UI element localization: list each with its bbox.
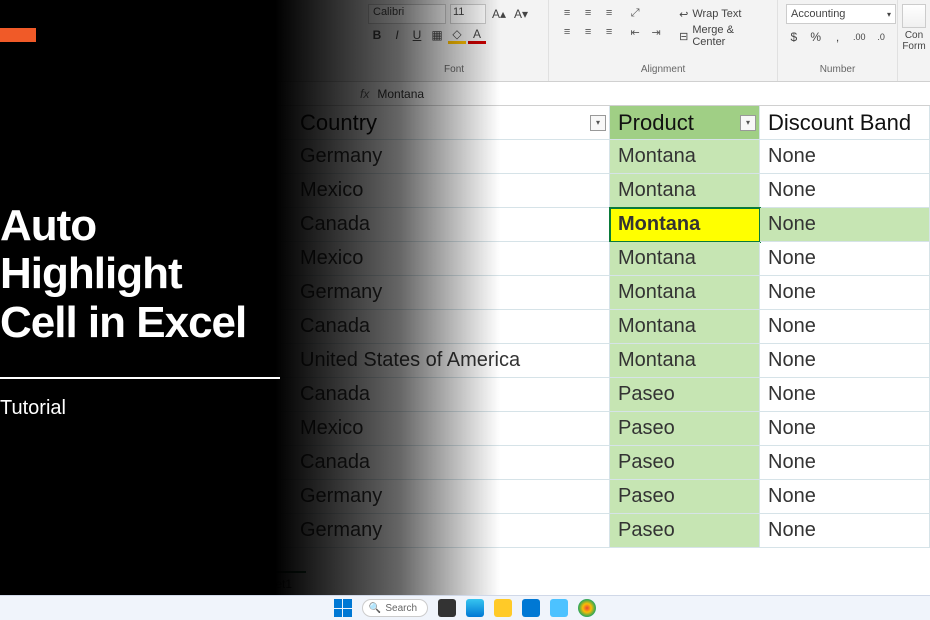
- cell-product[interactable]: Paseo: [610, 412, 760, 446]
- formula-bar-value[interactable]: Montana: [377, 87, 424, 101]
- italic-button[interactable]: I: [388, 26, 406, 44]
- align-top-icon[interactable]: ≡: [557, 4, 577, 22]
- table-row: CanadaMontanaNone: [280, 208, 930, 242]
- table-row: GermanyMontanaNone: [280, 140, 930, 174]
- underline-button[interactable]: U: [408, 26, 426, 44]
- table-row: MexicoMontanaNone: [280, 242, 930, 276]
- cell-product[interactable]: Montana: [610, 242, 760, 276]
- increase-indent-icon[interactable]: ⇥: [646, 23, 666, 41]
- table-row: GermanyPaseoNone: [280, 514, 930, 548]
- ribbon-number-group: Accounting ▾ $ % , .00 .0 Number: [778, 0, 898, 81]
- table-row: GermanyPaseoNone: [280, 480, 930, 514]
- filter-button-country[interactable]: ▾: [590, 115, 606, 131]
- currency-button[interactable]: $: [786, 28, 802, 46]
- table-row: CanadaMontanaNone: [280, 310, 930, 344]
- font-color-button[interactable]: A: [468, 26, 486, 44]
- fx-icon[interactable]: fx: [360, 87, 369, 101]
- cell-discount[interactable]: None: [760, 378, 930, 412]
- cell-discount[interactable]: None: [760, 242, 930, 276]
- cell-product[interactable]: Montana: [610, 344, 760, 378]
- border-button[interactable]: ▦: [428, 26, 446, 44]
- wrap-text-icon: ↩: [679, 8, 688, 21]
- decrease-decimal-icon[interactable]: .0: [873, 28, 889, 46]
- align-bottom-icon[interactable]: ≡: [599, 4, 619, 22]
- overlay-divider: [0, 377, 280, 379]
- cell-product[interactable]: Paseo: [610, 446, 760, 480]
- conditional-formatting-button[interactable]: Con Form: [898, 0, 930, 81]
- cell-discount[interactable]: None: [760, 480, 930, 514]
- chevron-down-icon: ▾: [887, 10, 891, 19]
- table-row: CanadaPaseoNone: [280, 446, 930, 480]
- taskbar-search[interactable]: 🔍 Search: [362, 599, 428, 617]
- font-group-label: Font: [368, 62, 540, 77]
- cell-product[interactable]: Paseo: [610, 480, 760, 514]
- conditional-formatting-icon: [902, 4, 926, 28]
- accent-bar: [0, 28, 36, 42]
- cell-product[interactable]: Montana: [610, 208, 760, 242]
- wrap-text-button[interactable]: ↩ Wrap Text: [672, 4, 769, 24]
- fill-color-button[interactable]: ◇: [448, 26, 466, 44]
- cell-discount[interactable]: None: [760, 446, 930, 480]
- comma-button[interactable]: ,: [830, 28, 846, 46]
- header-row: Country ▾ Product ▾ Discount Band: [280, 106, 930, 140]
- filter-button-product[interactable]: ▾: [740, 115, 756, 131]
- number-format-select[interactable]: Accounting ▾: [786, 4, 896, 24]
- merge-center-button[interactable]: ⊟ Merge & Center: [672, 26, 769, 46]
- number-group-label: Number: [786, 62, 889, 77]
- bold-button[interactable]: B: [368, 26, 386, 44]
- increase-font-icon[interactable]: A▴: [490, 5, 508, 23]
- search-icon: 🔍: [369, 603, 381, 614]
- decrease-indent-icon[interactable]: ⇤: [625, 23, 645, 41]
- cell-product[interactable]: Montana: [610, 276, 760, 310]
- cell-discount[interactable]: None: [760, 344, 930, 378]
- cell-product[interactable]: Montana: [610, 310, 760, 344]
- align-center-icon[interactable]: ≡: [578, 23, 598, 41]
- decrease-font-icon[interactable]: A▾: [512, 5, 530, 23]
- cell-discount[interactable]: None: [760, 412, 930, 446]
- font-name-select[interactable]: Calibri: [368, 4, 446, 24]
- taskbar-edge-icon[interactable]: [466, 599, 484, 617]
- cell-product[interactable]: Montana: [610, 174, 760, 208]
- cell-discount[interactable]: None: [760, 140, 930, 174]
- align-right-icon[interactable]: ≡: [599, 23, 619, 41]
- cell-discount[interactable]: None: [760, 276, 930, 310]
- table-row: GermanyMontanaNone: [280, 276, 930, 310]
- alignment-group-label: Alignment: [557, 62, 769, 77]
- cell-discount[interactable]: None: [760, 514, 930, 548]
- cell-product[interactable]: Paseo: [610, 514, 760, 548]
- start-button[interactable]: [334, 599, 352, 617]
- header-discount[interactable]: Discount Band: [760, 106, 930, 140]
- font-size-select[interactable]: 11: [450, 4, 486, 24]
- ribbon-alignment-group: ≡ ≡ ≡ ≡ ≡ ≡ ⤢ ⇤ ⇥: [549, 0, 778, 81]
- overlay-subtitle: Tutorial: [0, 397, 340, 420]
- overlay-title: Auto Highlight Cell in Excel: [0, 202, 340, 347]
- merge-icon: ⊟: [679, 30, 688, 43]
- cell-product[interactable]: Montana: [610, 140, 760, 174]
- cell-discount[interactable]: None: [760, 310, 930, 344]
- title-overlay: Auto Highlight Cell in Excel Tutorial: [0, 0, 340, 595]
- ribbon-font-group: Calibri 11 A▴ A▾ B I U ▦ ◇ A Font: [360, 0, 549, 81]
- table-row: MexicoMontanaNone: [280, 174, 930, 208]
- taskbar-task-view-icon[interactable]: [438, 599, 456, 617]
- align-middle-icon[interactable]: ≡: [578, 4, 598, 22]
- table-row: United States of AmericaMontanaNone: [280, 344, 930, 378]
- orientation-button[interactable]: ⤢: [625, 4, 645, 22]
- align-left-icon[interactable]: ≡: [557, 23, 577, 41]
- cell-discount[interactable]: None: [760, 174, 930, 208]
- taskbar-explorer-icon[interactable]: [494, 599, 512, 617]
- windows-taskbar: 🔍 Search: [0, 595, 930, 620]
- percent-button[interactable]: %: [808, 28, 824, 46]
- header-product[interactable]: Product ▾: [610, 106, 760, 140]
- table-row: CanadaPaseoNone: [280, 378, 930, 412]
- cell-discount[interactable]: None: [760, 208, 930, 242]
- taskbar-chrome-icon[interactable]: [578, 599, 596, 617]
- table-row: MexicoPaseoNone: [280, 412, 930, 446]
- taskbar-app-icon-2[interactable]: [550, 599, 568, 617]
- increase-decimal-icon[interactable]: .00: [851, 28, 867, 46]
- taskbar-app-icon[interactable]: [522, 599, 540, 617]
- cell-product[interactable]: Paseo: [610, 378, 760, 412]
